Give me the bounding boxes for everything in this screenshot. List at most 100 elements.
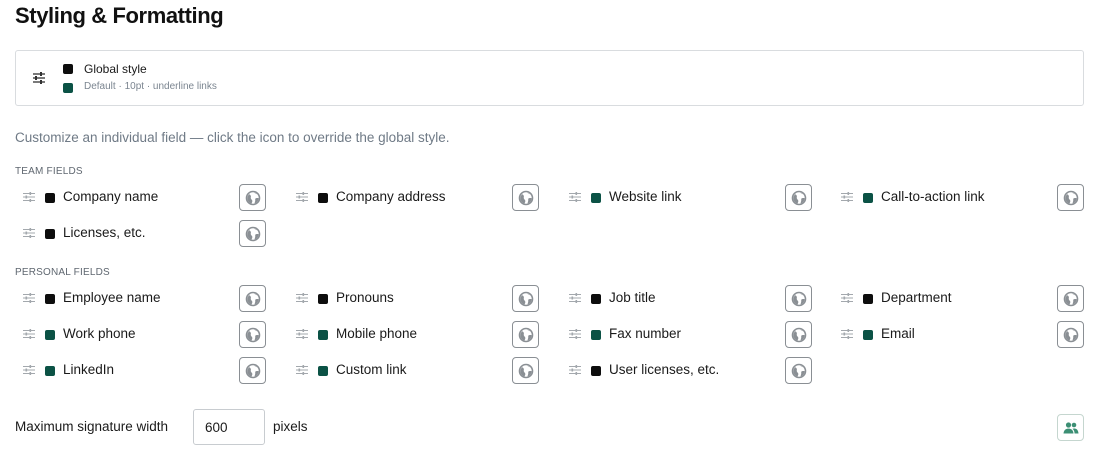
field-style-icon[interactable] bbox=[296, 328, 308, 340]
field-label: Fax number bbox=[609, 326, 682, 341]
globe-icon bbox=[245, 363, 261, 379]
field-style-icon[interactable] bbox=[841, 292, 853, 304]
field-color-swatch[interactable] bbox=[45, 193, 55, 203]
override-style-button[interactable] bbox=[239, 184, 266, 211]
override-style-button[interactable] bbox=[785, 321, 812, 348]
field-color-swatch[interactable] bbox=[591, 330, 601, 340]
team-field-row: Website link bbox=[561, 184, 813, 212]
override-style-button[interactable] bbox=[239, 285, 266, 312]
field-label: Employee name bbox=[63, 290, 161, 305]
field-color-swatch[interactable] bbox=[318, 366, 328, 376]
override-style-button[interactable] bbox=[512, 321, 539, 348]
personal-field-row: Job title bbox=[561, 285, 813, 313]
field-style-icon[interactable] bbox=[23, 292, 35, 304]
personal-field-row: LinkedIn bbox=[15, 357, 267, 385]
global-style-summary: Default · 10pt · underline links bbox=[84, 81, 217, 92]
field-color-swatch[interactable] bbox=[591, 294, 601, 304]
field-color-swatch[interactable] bbox=[45, 366, 55, 376]
global-style-title: Global style bbox=[84, 62, 147, 76]
personal-field-row: Pronouns bbox=[288, 285, 540, 313]
people-button[interactable] bbox=[1057, 414, 1084, 441]
global-style-card[interactable]: Global style Default · 10pt · underline … bbox=[15, 50, 1084, 106]
field-color-swatch[interactable] bbox=[318, 330, 328, 340]
field-color-swatch[interactable] bbox=[591, 366, 601, 376]
override-style-button[interactable] bbox=[1057, 321, 1084, 348]
override-style-button[interactable] bbox=[239, 321, 266, 348]
globe-icon bbox=[245, 291, 261, 307]
override-style-button[interactable] bbox=[785, 357, 812, 384]
override-style-button[interactable] bbox=[512, 357, 539, 384]
personal-field-row: Mobile phone bbox=[288, 321, 540, 349]
team-field-row: Company address bbox=[288, 184, 540, 212]
field-label: User licenses, etc. bbox=[609, 362, 720, 377]
field-style-icon[interactable] bbox=[569, 364, 581, 376]
personal-field-row: Department bbox=[833, 285, 1085, 313]
globe-icon bbox=[791, 190, 807, 206]
field-style-icon[interactable] bbox=[23, 364, 35, 376]
field-color-swatch[interactable] bbox=[318, 294, 328, 304]
personal-fields-label: PERSONAL FIELDS bbox=[15, 267, 110, 278]
personal-field-row: Employee name bbox=[15, 285, 267, 313]
field-style-icon[interactable] bbox=[23, 328, 35, 340]
field-color-swatch[interactable] bbox=[45, 330, 55, 340]
sliders-icon bbox=[33, 72, 45, 84]
field-color-swatch[interactable] bbox=[591, 193, 601, 203]
team-fields-label: TEAM FIELDS bbox=[15, 166, 83, 177]
field-style-icon[interactable] bbox=[23, 191, 35, 203]
override-style-button[interactable] bbox=[239, 220, 266, 247]
globe-icon bbox=[518, 190, 534, 206]
override-style-button[interactable] bbox=[239, 357, 266, 384]
override-style-button[interactable] bbox=[785, 285, 812, 312]
globe-icon bbox=[518, 363, 534, 379]
field-color-swatch[interactable] bbox=[863, 294, 873, 304]
field-color-swatch[interactable] bbox=[863, 193, 873, 203]
globe-icon bbox=[518, 291, 534, 307]
personal-field-row: Fax number bbox=[561, 321, 813, 349]
globe-icon bbox=[791, 327, 807, 343]
override-style-button[interactable] bbox=[512, 184, 539, 211]
field-label: Department bbox=[881, 290, 952, 305]
field-label: Licenses, etc. bbox=[63, 225, 146, 240]
override-style-button[interactable] bbox=[512, 285, 539, 312]
field-color-swatch[interactable] bbox=[45, 229, 55, 239]
globe-icon bbox=[791, 363, 807, 379]
field-color-swatch[interactable] bbox=[318, 193, 328, 203]
field-style-icon[interactable] bbox=[296, 364, 308, 376]
field-style-icon[interactable] bbox=[569, 292, 581, 304]
field-label: Company name bbox=[63, 189, 159, 204]
globe-icon bbox=[1063, 291, 1079, 307]
globe-icon bbox=[245, 327, 261, 343]
global-link-color-swatch[interactable] bbox=[63, 83, 73, 93]
global-text-color-swatch[interactable] bbox=[63, 64, 73, 74]
field-style-icon[interactable] bbox=[841, 191, 853, 203]
field-label: Work phone bbox=[63, 326, 136, 341]
field-label: Email bbox=[881, 326, 915, 341]
field-color-swatch[interactable] bbox=[863, 330, 873, 340]
override-style-button[interactable] bbox=[1057, 184, 1084, 211]
field-label: Call-to-action link bbox=[881, 189, 985, 204]
field-label: Custom link bbox=[336, 362, 407, 377]
field-style-icon[interactable] bbox=[23, 227, 35, 239]
field-style-icon[interactable] bbox=[569, 328, 581, 340]
people-icon bbox=[1063, 422, 1079, 434]
field-style-icon[interactable] bbox=[296, 191, 308, 203]
field-label: Mobile phone bbox=[336, 326, 418, 341]
field-label: Pronouns bbox=[336, 290, 394, 305]
globe-icon bbox=[245, 226, 261, 242]
field-label: Job title bbox=[609, 290, 656, 305]
globe-icon bbox=[1063, 327, 1079, 343]
max-width-input[interactable] bbox=[193, 409, 265, 445]
max-width-unit: pixels bbox=[273, 419, 308, 434]
personal-field-row: Work phone bbox=[15, 321, 267, 349]
personal-field-row: User licenses, etc. bbox=[561, 357, 813, 385]
max-width-label: Maximum signature width bbox=[15, 419, 169, 434]
field-color-swatch[interactable] bbox=[45, 294, 55, 304]
field-label: LinkedIn bbox=[63, 362, 115, 377]
field-style-icon[interactable] bbox=[296, 292, 308, 304]
override-style-button[interactable] bbox=[785, 184, 812, 211]
field-style-icon[interactable] bbox=[841, 328, 853, 340]
field-style-icon[interactable] bbox=[569, 191, 581, 203]
globe-icon bbox=[518, 327, 534, 343]
personal-field-row: Email bbox=[833, 321, 1085, 349]
override-style-button[interactable] bbox=[1057, 285, 1084, 312]
